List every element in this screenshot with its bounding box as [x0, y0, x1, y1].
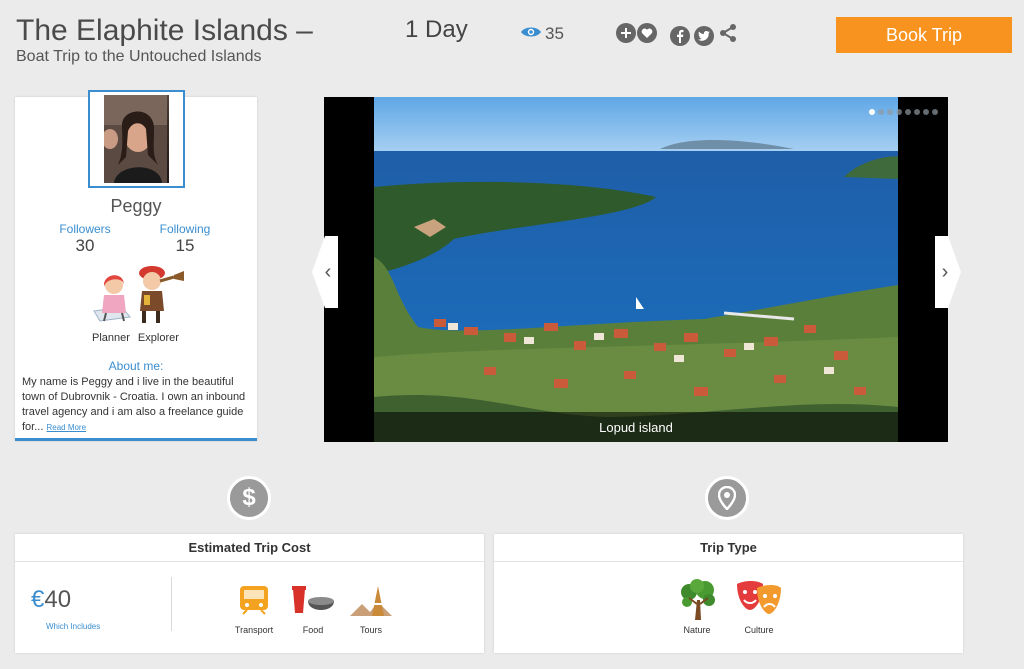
explorer-icon [136, 265, 184, 330]
add-icon[interactable] [616, 23, 636, 43]
cost-panel-title: Estimated Trip Cost [15, 534, 484, 562]
view-count-value: 35 [545, 24, 564, 43]
photo-gallery[interactable]: Lopud island [324, 97, 948, 442]
user-name[interactable]: Peggy [15, 196, 257, 217]
tours-label: Tours [359, 625, 382, 635]
eye-icon [520, 24, 542, 44]
chevron-right-icon: › [941, 260, 949, 283]
trip-duration: 1 Day [405, 16, 468, 43]
photo-caption: Lopud island [324, 412, 948, 442]
slide-dot[interactable] [905, 109, 911, 115]
followers-count: 30 [75, 236, 95, 255]
following-label[interactable]: Following [145, 222, 225, 236]
following-count: 15 [175, 236, 195, 255]
cost-value: 40 [44, 586, 72, 613]
location-pin-icon [705, 476, 749, 520]
slide-dot[interactable] [869, 109, 875, 115]
role-labels: Planner Explorer [92, 332, 179, 344]
twitter-icon[interactable] [694, 25, 714, 46]
social-icons [670, 23, 738, 48]
read-more-link[interactable]: Read More [46, 423, 86, 432]
food-label: Food [302, 625, 324, 635]
gallery-next-arrow[interactable]: › [935, 236, 961, 308]
followers-stat[interactable]: Followers 30 [45, 222, 125, 256]
trip-subtitle: Boat Trip to the Untouched Islands [16, 48, 262, 65]
tree-icon [677, 578, 719, 627]
slide-dot[interactable] [914, 109, 920, 115]
slide-dot[interactable] [923, 109, 929, 115]
slide-dots [869, 109, 938, 115]
role-explorer-label: Explorer [137, 332, 179, 344]
theatre-masks-icon [735, 580, 783, 623]
following-stat[interactable]: Following 15 [145, 222, 225, 256]
trip-title: The Elaphite Islands – [16, 14, 313, 47]
slide-dot[interactable] [896, 109, 902, 115]
train-icon [237, 583, 271, 622]
dollar-icon: $ [227, 476, 271, 520]
food-icon [290, 583, 336, 622]
gallery-prev-arrow[interactable]: ‹ [312, 236, 338, 308]
about-title: About me: [108, 359, 164, 373]
share-icon[interactable] [718, 23, 738, 48]
transport-label: Transport [234, 625, 274, 635]
nature-label: Nature [683, 625, 711, 635]
view-count: 35 [520, 24, 564, 44]
trip-type-panel: Trip Type [494, 534, 963, 653]
slide-dot[interactable] [887, 109, 893, 115]
chevron-left-icon: ‹ [324, 260, 332, 283]
tours-icon [348, 582, 394, 623]
gallery-photo [374, 97, 898, 442]
includes-link[interactable]: Which Includes [46, 622, 100, 631]
trip-type-panel-title: Trip Type [494, 534, 963, 562]
avatar[interactable] [88, 90, 185, 188]
followers-label[interactable]: Followers [45, 222, 125, 236]
cost-amount: €40 [31, 586, 71, 614]
cost-divider [171, 577, 172, 631]
facebook-icon[interactable] [670, 25, 690, 46]
cost-currency: € [31, 586, 45, 613]
culture-label: Culture [744, 625, 774, 635]
planner-icon [92, 265, 134, 328]
slide-dot[interactable] [878, 109, 884, 115]
book-trip-button[interactable]: Book Trip [836, 17, 1012, 53]
about-text: My name is Peggy and i live in the beaut… [22, 375, 252, 435]
avatar-photo [104, 95, 169, 183]
action-icons [616, 23, 657, 43]
role-planner-label: Planner [92, 332, 130, 344]
slide-dot[interactable] [932, 109, 938, 115]
heart-icon[interactable] [637, 23, 657, 43]
